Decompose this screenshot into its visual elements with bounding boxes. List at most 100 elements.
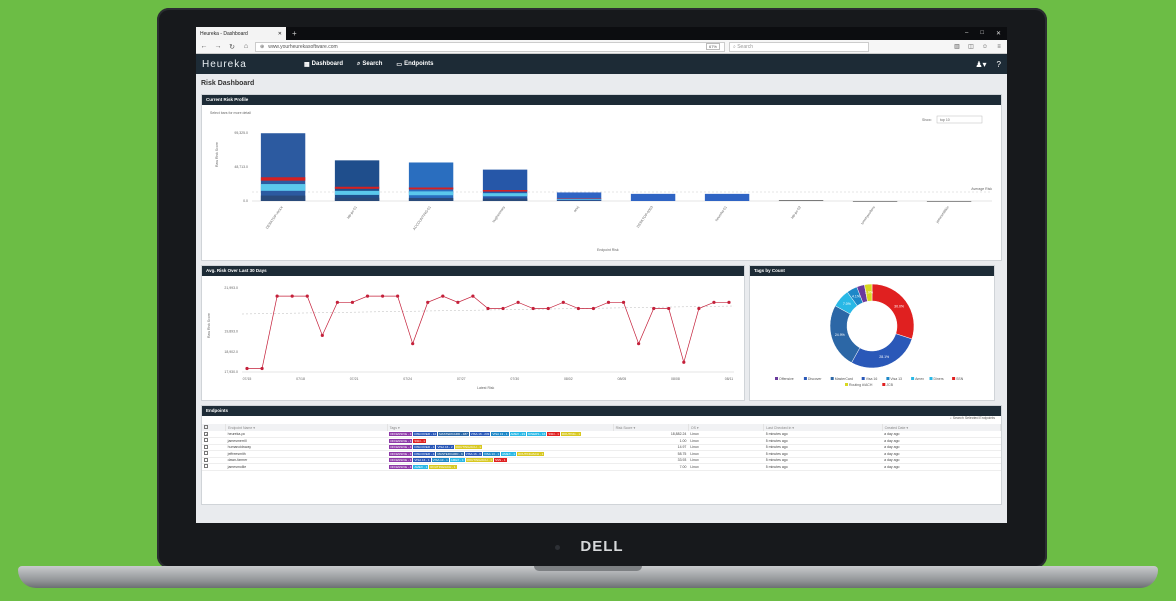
column-header[interactable]: Created Date ▾ <box>882 424 1002 431</box>
help-icon[interactable]: ? <box>997 60 1001 69</box>
tag-badge: OFFENSIVE - 4 <box>389 464 413 469</box>
column-header[interactable]: Risk Score ▾ <box>613 424 689 431</box>
tag-badge: DISCOVER - 4 <box>413 451 436 456</box>
column-header[interactable]: Endpoint Name ▾ <box>225 424 388 431</box>
bar-segment-ssn <box>260 177 306 181</box>
data-point <box>667 306 671 311</box>
tag-badge: VISA 13 - 1 <box>482 451 501 456</box>
forward-icon[interactable]: → <box>213 43 223 50</box>
browser-tab[interactable]: Heureka - Dashboard ✕ <box>196 27 286 40</box>
tags-donut-chart: 30.0% 28.1% 24.9% 7.0%4.1% 1.9% Offensive Disc… <box>775 283 964 387</box>
legend-swatch <box>952 377 956 380</box>
legend-label: Visa 13 <box>890 377 902 381</box>
legend-label: Offensive <box>779 377 794 381</box>
laptop-notch <box>534 566 642 571</box>
row-checkbox[interactable] <box>204 457 208 462</box>
maximize-icon[interactable]: □ <box>980 30 984 37</box>
legend-swatch <box>845 383 848 386</box>
bar-lab-pc-02[interactable] <box>778 200 824 201</box>
row-checkbox[interactable] <box>204 438 208 443</box>
bar-hughesmary[interactable] <box>482 169 528 201</box>
table-row[interactable]: jamesmollie OFFENSIVE - 4 AMEX - 1 ROUTING/… <box>202 463 1001 471</box>
tag-badge: AMEX - 1 <box>501 451 516 456</box>
bar-heureka-01[interactable] <box>704 193 750 201</box>
column-header[interactable]: Last Checked in ▾ <box>763 424 883 431</box>
slice-label: 24.9% <box>835 333 845 337</box>
search-selected-button[interactable]: ⌕ Search Selected Endpoints <box>950 416 995 420</box>
x-tick-label: lab-pc-02 <box>790 205 802 219</box>
panel-title: Current Risk Profile <box>202 95 1001 105</box>
data-point <box>637 342 641 346</box>
x-tick-label: 07/24 <box>403 377 412 381</box>
nav-search[interactable]: ⌕ Search <box>357 61 382 68</box>
bar-segment-offensive <box>334 197 380 201</box>
bar-ACCOUNTING-01[interactable] <box>408 162 454 201</box>
browser-tabbar: Heureka - Dashboard ✕ + – □ ✕ <box>196 27 1007 40</box>
row-checkbox[interactable] <box>204 451 208 456</box>
select-all-checkbox[interactable] <box>204 425 208 429</box>
column-header[interactable]: OS ▾ <box>688 424 765 431</box>
y-tick-label: 21,993.0 <box>224 286 238 290</box>
slice-label: 4.1% <box>852 295 860 299</box>
sidebar-icon[interactable]: ◫ <box>966 43 976 50</box>
average-label: Average Risk <box>971 187 992 191</box>
tag-badge: DINERS - 16 <box>527 432 547 436</box>
tag-badge: VISA 16 - 6 <box>464 451 482 456</box>
legend-swatch <box>911 377 915 380</box>
data-point <box>290 294 294 298</box>
new-tab-icon[interactable]: + <box>292 29 297 38</box>
row-checkbox[interactable] <box>204 444 208 449</box>
legend-swatch <box>861 377 865 380</box>
bar-segment-visa <box>556 198 602 200</box>
back-icon[interactable]: ← <box>199 43 209 50</box>
data-point <box>365 294 370 298</box>
select-all-header[interactable] <box>202 424 227 431</box>
zoom-level[interactable]: 67% <box>705 43 720 50</box>
donut-slice[interactable] <box>851 333 913 369</box>
bar-segment-ssn <box>482 190 528 192</box>
minimize-icon[interactable]: – <box>965 30 968 37</box>
tab-close-icon[interactable]: ✕ <box>278 31 282 37</box>
browser-search[interactable]: ⌕ Search <box>729 41 869 52</box>
column-header[interactable]: Tags ▾ <box>387 424 614 431</box>
row-checkbox[interactable] <box>204 464 208 469</box>
tag-badge: SSN - 1 <box>547 432 560 436</box>
bar-DESKTOP-0003[interactable] <box>630 193 676 201</box>
data-point <box>576 306 580 311</box>
reload-icon[interactable]: ↻ <box>227 43 237 51</box>
bar-segment-ssn <box>334 186 380 189</box>
data-point <box>305 294 309 298</box>
menu-icon[interactable]: ≡ <box>994 44 1004 50</box>
row-checkbox[interactable]: ✓ <box>204 431 208 437</box>
legend-label: Routing #/ACH <box>849 383 873 387</box>
bar-segment-visa <box>482 193 528 197</box>
risk-bar-chart: Select bars for more detail Show: top 10 Ra… <box>210 111 992 252</box>
x-tick-label: DESKTOP-XXXX <box>265 205 284 230</box>
bar-jamesmillikin[interactable] <box>926 201 972 202</box>
x-tick-label: 07/27 <box>457 377 466 381</box>
x-tick-label: tommywolters <box>860 205 876 225</box>
nav-endpoints[interactable]: ▭ Endpoints <box>396 61 433 68</box>
avg-risk-line-chart: Raw Risk Score Latest Risk 21,993.0 19,893.… <box>207 286 735 390</box>
bar-tommywolters[interactable] <box>852 201 898 202</box>
home-icon[interactable]: ⌂ <box>241 43 251 50</box>
url-bar[interactable]: ⊕ www.yourheurekasoftware.com 67% <box>255 41 725 52</box>
window-close-icon[interactable]: ✕ <box>996 30 1001 37</box>
tab-title: Heureka - Dashboard <box>200 30 248 37</box>
account-icon[interactable]: ☺ <box>980 44 990 50</box>
search-icon: ⌕ <box>733 43 736 50</box>
nav-dashboard[interactable]: ▦ Dashboard <box>304 61 343 68</box>
library-icon[interactable]: ▥ <box>952 43 962 50</box>
heureka-logo[interactable]: Heureka <box>202 59 302 70</box>
page-title: Risk Dashboard <box>201 80 255 87</box>
user-icon[interactable]: ♟▾ <box>975 60 986 69</box>
data-point <box>396 294 400 298</box>
tag-badge: OFFENSIVE - 1 <box>389 458 413 463</box>
legend-label: Visa 16 <box>866 377 878 381</box>
row-select-cell[interactable] <box>202 463 226 471</box>
data-point <box>682 360 686 364</box>
legend-swatch <box>929 377 933 380</box>
donut-slice[interactable] <box>871 283 915 340</box>
os: Linux <box>688 463 764 471</box>
x-tick-label: 08/02 <box>564 377 573 381</box>
